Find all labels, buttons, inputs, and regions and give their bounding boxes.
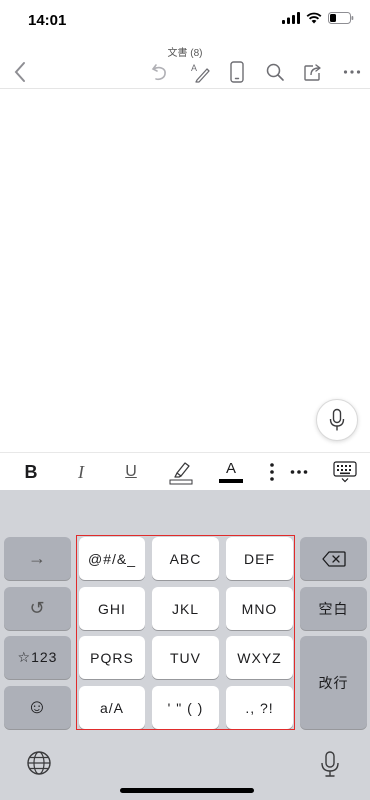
cursor-right-key[interactable]: → [4, 537, 71, 580]
more-vertical-icon [270, 463, 274, 481]
font-color-swatch [219, 479, 243, 483]
status-bar: 14:01 [0, 0, 370, 40]
backspace-key[interactable] [300, 537, 367, 580]
share-icon [304, 64, 321, 81]
font-color-button[interactable]: A [218, 459, 244, 485]
italic-button[interactable]: I [70, 459, 92, 485]
font-color-label: A [225, 460, 236, 477]
more-options-button[interactable] [266, 459, 278, 485]
undo-key[interactable]: ↺ [4, 587, 71, 630]
globe-icon [27, 751, 51, 775]
highlighter-icon [169, 462, 193, 485]
key-punctuation[interactable]: ., ?! [226, 686, 293, 729]
symbols-key[interactable]: ☆123 [4, 636, 71, 679]
key-case-toggle[interactable]: a/A [79, 686, 145, 729]
formatting-bar: B I U A [0, 452, 370, 491]
underline-button[interactable]: U [120, 459, 142, 485]
keyboard-dismiss-icon [333, 461, 357, 483]
undo-icon [151, 64, 166, 81]
back-button[interactable] [8, 60, 32, 84]
chevron-left-icon [14, 62, 25, 82]
status-time: 14:01 [28, 12, 67, 29]
dictation-key[interactable] [320, 750, 340, 783]
text-pen-icon: A [191, 63, 210, 83]
key-ghi[interactable]: GHI [79, 587, 145, 630]
dictate-button[interactable] [316, 399, 358, 441]
key-abc[interactable]: ABC [152, 537, 219, 580]
return-key[interactable]: 改行 [300, 636, 367, 729]
hide-keyboard-button[interactable] [332, 459, 358, 485]
draw-format-button[interactable]: A [188, 60, 212, 84]
share-button[interactable] [301, 60, 325, 84]
microphone-icon [329, 408, 345, 431]
microphone-icon [321, 751, 339, 777]
key-tuv[interactable]: TUV [152, 636, 219, 679]
key-symbols-row[interactable]: @#/&_ [79, 537, 145, 580]
phone-icon [230, 61, 244, 83]
document-canvas[interactable] [0, 89, 370, 451]
more-horizontal-icon [343, 70, 361, 74]
more-button[interactable] [340, 60, 364, 84]
more-horizontal-icon [290, 470, 308, 474]
key-quotes-parens[interactable]: ' " ( ) [152, 686, 219, 729]
bold-button[interactable]: B [20, 459, 42, 485]
key-def[interactable]: DEF [226, 537, 293, 580]
space-key[interactable]: 空白 [300, 587, 367, 630]
undo-button[interactable] [148, 60, 172, 84]
cellular-signal-icon [282, 12, 300, 24]
wifi-icon [306, 12, 322, 24]
emoji-key[interactable]: ☺ [4, 686, 71, 729]
key-jkl[interactable]: JKL [152, 587, 219, 630]
key-mno[interactable]: MNO [226, 587, 293, 630]
format-more-button[interactable] [288, 459, 310, 485]
mobile-view-button[interactable] [225, 60, 249, 84]
svg-text:A: A [191, 63, 197, 73]
search-button[interactable] [263, 60, 287, 84]
backspace-icon [321, 550, 346, 567]
key-wxyz[interactable]: WXYZ [226, 636, 293, 679]
globe-button[interactable] [26, 750, 52, 781]
highlight-button[interactable] [168, 459, 194, 485]
key-pqrs[interactable]: PQRS [79, 636, 145, 679]
search-icon [266, 63, 284, 81]
status-icons [282, 12, 354, 24]
top-toolbar: A [0, 56, 370, 86]
battery-icon [328, 12, 354, 24]
home-indicator [120, 788, 254, 793]
